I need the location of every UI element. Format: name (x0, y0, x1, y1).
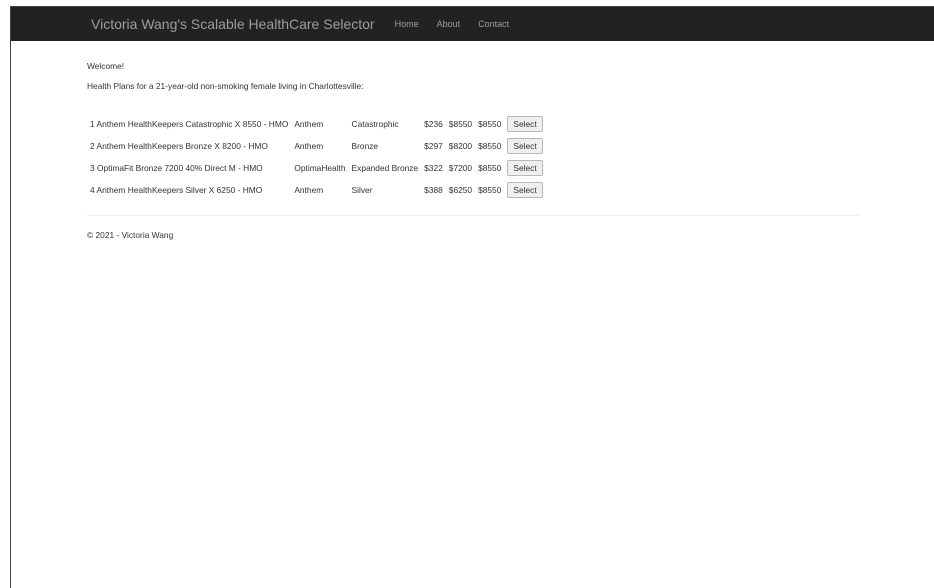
plan-metal-level: Catastrophic (351, 119, 399, 129)
plan-name-cell: 3 OptimaFit Bronze 7200 40% Direct M - H… (87, 157, 291, 179)
plan-premium: $297 (424, 141, 443, 151)
plan-metal-level: Bronze (351, 141, 379, 151)
plan-action-cell: Select (504, 113, 545, 135)
select-plan-button[interactable]: Select (507, 116, 543, 132)
plan-max-oop: $8550 (478, 141, 502, 151)
plan-max-oop: $8550 (478, 119, 502, 129)
plan-row: 3 OptimaFit Bronze 7200 40% Direct M - H… (87, 157, 546, 179)
plan-row: 1 Anthem HealthKeepers Catastrophic X 85… (87, 113, 546, 135)
plan-carrier: Anthem (294, 119, 324, 129)
plan-max-oop: $8550 (478, 185, 502, 195)
plan-action-cell: Select (504, 135, 545, 157)
plan-name-cell: 1 Anthem HealthKeepers Catastrophic X 85… (87, 113, 291, 135)
plan-premium: $322 (424, 163, 443, 173)
plan-carrier: Anthem (294, 185, 324, 195)
top-navbar: Victoria Wang's Scalable HealthCare Sele… (11, 7, 934, 41)
plan-action-cell: Select (504, 157, 545, 179)
plan-name: Anthem HealthKeepers Silver X 6250 - HMO (96, 185, 263, 195)
plan-premium: $236 (424, 119, 443, 129)
plan-metal-level: Expanded Bronze (351, 163, 419, 173)
plans-table: 1 Anthem HealthKeepers Catastrophic X 85… (87, 113, 546, 201)
plan-row: 2 Anthem HealthKeepers Bronze X 8200 - H… (87, 135, 546, 157)
plan-deductible: $7200 (448, 163, 473, 173)
plan-carrier: Anthem (294, 141, 324, 151)
plan-rank: 4 (90, 185, 95, 195)
select-plan-button[interactable]: Select (507, 182, 543, 198)
plan-name: Anthem HealthKeepers Catastrophic X 8550… (96, 119, 289, 129)
footer-divider (87, 215, 860, 216)
plan-deductible: $8550 (448, 119, 473, 129)
plan-premium: $388 (424, 185, 443, 195)
plan-max-oop: $8550 (478, 163, 502, 173)
browser-viewport: Victoria Wang's Scalable HealthCare Sele… (10, 6, 934, 588)
plan-metal-level: Silver (351, 185, 373, 195)
nav-link-contact[interactable]: Contact (478, 19, 509, 29)
nav-link-home[interactable]: Home (395, 19, 419, 29)
plan-name-cell: 4 Anthem HealthKeepers Silver X 6250 - H… (87, 179, 291, 201)
select-plan-button[interactable]: Select (507, 160, 543, 176)
footer-copyright: © 2021 - Victoria Wang (87, 230, 174, 240)
plan-rank: 2 (90, 141, 95, 151)
brand-link[interactable]: Victoria Wang's Scalable HealthCare Sele… (91, 16, 375, 32)
plan-name: OptimaFit Bronze 7200 40% Direct M - HMO (97, 163, 263, 173)
plan-name: Anthem HealthKeepers Bronze X 8200 - HMO (96, 141, 268, 151)
plan-carrier: OptimaHealth (294, 163, 346, 173)
plan-rank: 1 (90, 119, 95, 129)
main-content: Welcome! Health Plans for a 21-year-old … (11, 41, 934, 240)
plan-rank: 3 (90, 163, 95, 173)
welcome-text: Welcome! (87, 61, 125, 71)
plan-action-cell: Select (504, 179, 545, 201)
plan-row: 4 Anthem HealthKeepers Silver X 6250 - H… (87, 179, 546, 201)
select-plan-button[interactable]: Select (507, 138, 543, 154)
page-subtitle: Health Plans for a 21-year-old non-smoki… (87, 81, 364, 91)
nav-link-about[interactable]: About (437, 19, 461, 29)
plan-deductible: $8200 (448, 141, 473, 151)
plan-deductible: $6250 (448, 185, 473, 195)
plan-name-cell: 2 Anthem HealthKeepers Bronze X 8200 - H… (87, 135, 291, 157)
